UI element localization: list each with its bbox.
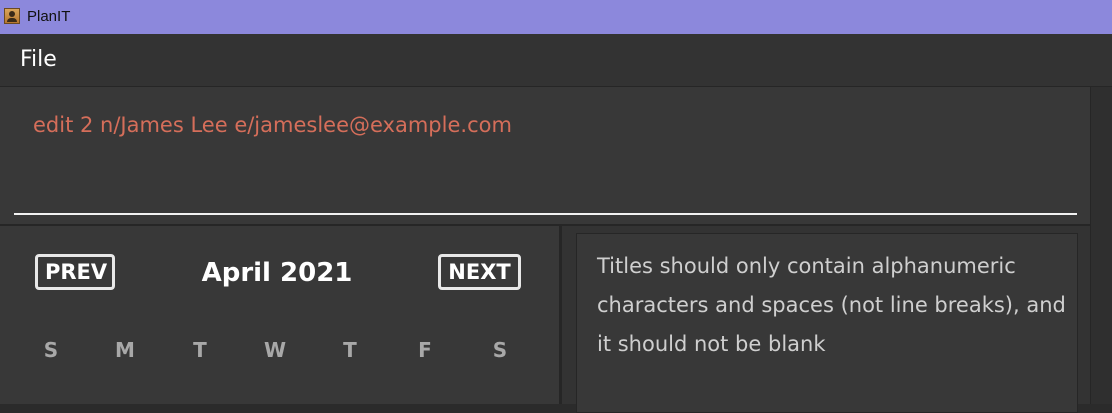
- result-display[interactable]: Titles should only contain alphanumeric …: [576, 233, 1078, 413]
- command-input[interactable]: edit 2 n/James Lee e/jameslee@example.co…: [33, 113, 512, 137]
- command-input-underline: [14, 213, 1077, 215]
- window-title: PlanIT: [27, 8, 71, 25]
- month-label: April 2021: [201, 258, 353, 288]
- next-month-button[interactable]: NEXT: [438, 254, 521, 290]
- weekday-tuesday: T: [193, 338, 207, 362]
- result-panel: Titles should only contain alphanumeric …: [562, 226, 1090, 413]
- window-titlebar[interactable]: PlanIT: [0, 0, 1112, 34]
- weekday-wednesday: W: [263, 338, 287, 362]
- weekday-sunday: S: [43, 338, 59, 362]
- weekday-thursday: T: [343, 338, 357, 362]
- calendar-panel: PREV April 2021 NEXT S M T W T F S: [0, 226, 559, 404]
- command-box[interactable]: edit 2 n/James Lee e/jameslee@example.co…: [0, 87, 1090, 224]
- result-message: Titles should only contain alphanumeric …: [597, 254, 1066, 356]
- weekday-saturday: S: [492, 338, 508, 362]
- app-icon: [4, 8, 20, 24]
- right-scroll-gutter: [1090, 87, 1112, 404]
- weekday-friday: F: [418, 338, 432, 362]
- menu-bar: File: [0, 34, 1112, 87]
- menu-file[interactable]: File: [20, 47, 57, 72]
- weekday-monday: M: [115, 338, 135, 362]
- prev-month-button[interactable]: PREV: [35, 254, 115, 290]
